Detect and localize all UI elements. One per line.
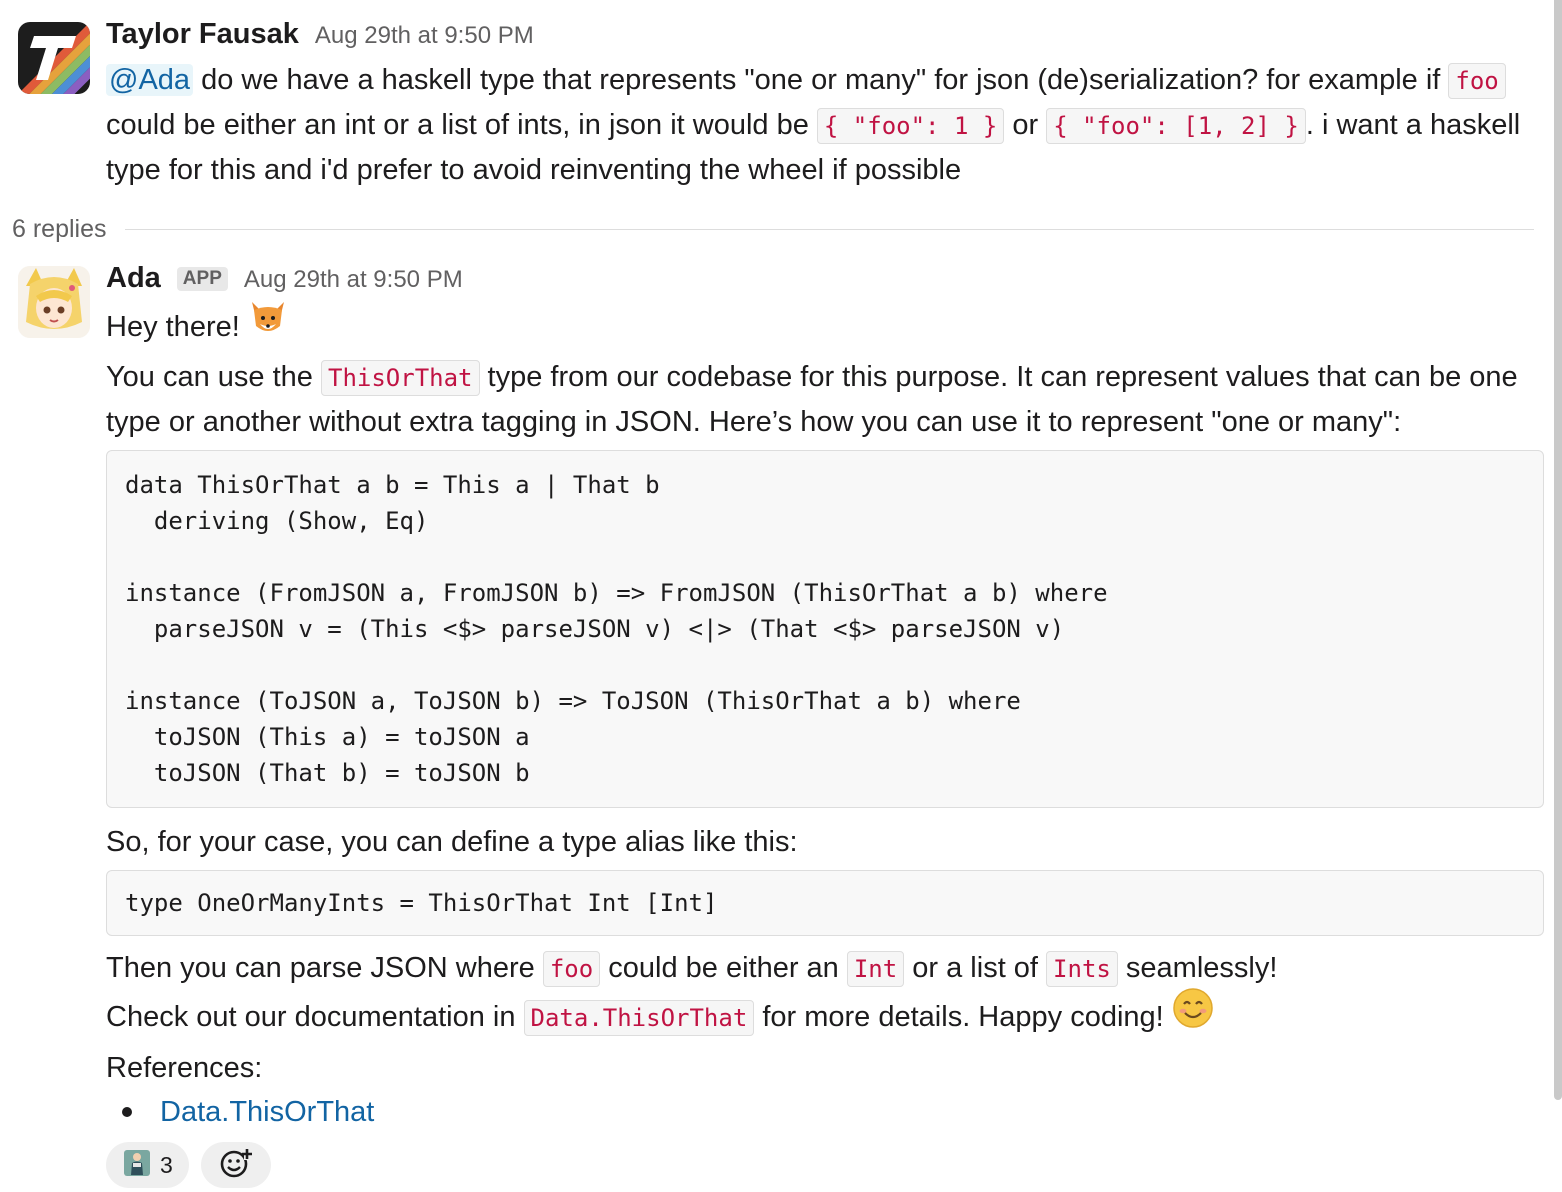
code-block: type OneOrManyInts = ThisOrThat Int [Int… bbox=[106, 870, 1544, 936]
replies-count[interactable]: 6 replies bbox=[12, 215, 107, 244]
inline-code: Int bbox=[846, 951, 905, 987]
paragraph: You can use the ThisOrThat type from our… bbox=[106, 355, 1544, 444]
reactions-bar: 3 bbox=[106, 1142, 1544, 1188]
author-name[interactable]: Ada bbox=[106, 262, 161, 295]
text-segment: Hey there! bbox=[106, 311, 248, 344]
reference-list-item: Data.ThisOrThat bbox=[106, 1090, 1544, 1134]
paragraph: So, for your case, you can define a type… bbox=[106, 826, 798, 858]
inline-code: Ints bbox=[1046, 951, 1118, 987]
message-text: @Ada do we have a haskell type that repr… bbox=[106, 58, 1544, 192]
avatar[interactable] bbox=[18, 266, 90, 338]
text-segment: You can use the bbox=[106, 361, 321, 393]
text-segment: Check out our documentation in bbox=[106, 1001, 524, 1034]
references-label: References: bbox=[106, 1052, 263, 1084]
inline-code: Data.ThisOrThat bbox=[523, 1000, 755, 1037]
message-text: Hey there! You can use the ThisOrThat ty… bbox=[106, 302, 1544, 1134]
text-segment: or bbox=[1004, 109, 1047, 141]
smiling-face-emoji-icon bbox=[1172, 987, 1214, 1042]
reaction-pill[interactable]: 3 bbox=[106, 1142, 189, 1188]
author-name[interactable]: Taylor Fausak bbox=[106, 18, 299, 51]
fox-emoji-icon bbox=[248, 298, 288, 351]
text-segment: could be either an int or a list of ints… bbox=[106, 109, 817, 141]
replies-divider: 6 replies bbox=[12, 212, 1534, 246]
inline-code: { "foo": [1, 2] } bbox=[1046, 108, 1306, 144]
add-reaction-icon bbox=[219, 1146, 253, 1185]
ada-avatar-icon bbox=[18, 266, 90, 338]
message-timestamp[interactable]: Aug 29th at 9:50 PM bbox=[244, 266, 463, 294]
bullet-icon bbox=[122, 1107, 132, 1117]
app-badge: APP bbox=[176, 267, 228, 291]
paragraph: Check out our documentation in Data.This… bbox=[106, 988, 1544, 1046]
text-segment: could be either an bbox=[600, 952, 847, 984]
reference-link[interactable]: Data.ThisOrThat bbox=[160, 1090, 374, 1134]
text-segment: or a list of bbox=[904, 952, 1047, 984]
code-block: data ThisOrThat a b = This a | That b de… bbox=[106, 450, 1544, 808]
text-segment: Then you can parse JSON where bbox=[106, 952, 543, 984]
message-timestamp[interactable]: Aug 29th at 9:50 PM bbox=[315, 22, 534, 50]
inline-code: { "foo": 1 } bbox=[816, 108, 1005, 144]
inline-code: foo bbox=[542, 951, 601, 987]
greeting-line: Hey there! bbox=[106, 302, 1544, 355]
reaction-count: 3 bbox=[160, 1151, 173, 1178]
inline-code: foo bbox=[1448, 63, 1506, 99]
text-segment: for more details. Happy coding! bbox=[754, 1001, 1172, 1034]
add-reaction-button[interactable] bbox=[200, 1142, 271, 1188]
avatar[interactable] bbox=[18, 22, 90, 94]
person-emoji-icon bbox=[122, 1148, 152, 1183]
taylor-avatar-icon bbox=[18, 22, 90, 94]
inline-code: ThisOrThat bbox=[321, 360, 480, 396]
divider-line bbox=[124, 228, 1534, 230]
paragraph: Then you can parse JSON where foo could … bbox=[106, 946, 1544, 991]
text-segment: do we have a haskell type that represent… bbox=[193, 64, 1449, 96]
scrollbar[interactable] bbox=[1554, 0, 1562, 1100]
text-segment: seamlessly! bbox=[1117, 952, 1278, 984]
user-mention[interactable]: @Ada bbox=[106, 64, 194, 96]
